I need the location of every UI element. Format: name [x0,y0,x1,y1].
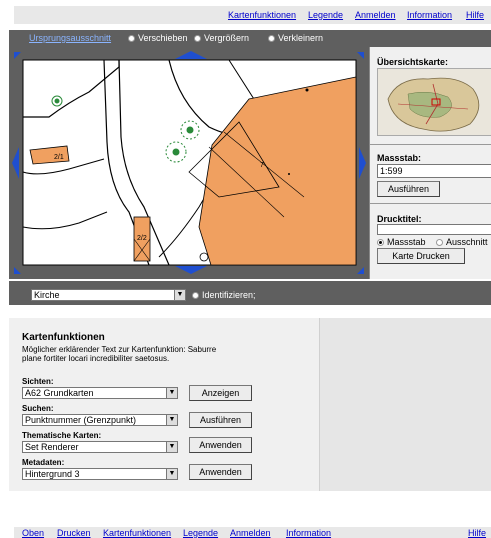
footer-information[interactable]: Information [286,528,331,538]
tool-vergroessern[interactable]: Vergrößern [194,33,249,43]
map-label: 7 [260,162,264,169]
print-option-ausschnitt[interactable]: Ausschnitt [436,237,488,247]
metadata-select[interactable]: Hintergrund 3 ▼ [22,468,178,480]
overview-map-image [387,77,480,132]
tool-verschieben[interactable]: Verschieben [128,33,188,43]
thematic-maps-select[interactable]: Set Renderer ▼ [22,441,178,453]
tool-label: Verschieben [138,33,188,43]
pan-south-arrow[interactable] [175,266,207,274]
chevron-down-icon[interactable]: ▼ [166,415,177,425]
thematic-maps-label: Thematische Karten: [22,431,102,440]
chevron-down-icon[interactable]: ▼ [166,388,177,398]
overview-title: Übersichtskarte: [377,57,449,67]
search-select-value: Punktnummer (Grenzpunkt) [25,415,137,425]
pan-southwest-arrow[interactable] [14,267,21,274]
feature-select-value: Kirche [34,290,60,300]
footer-hilfe[interactable]: Hilfe [468,528,486,538]
pan-west-arrow[interactable] [12,147,19,179]
print-title-label: Drucktitel: [377,214,422,224]
query-bar: Kirche ▼ Identifizieren; [9,281,491,305]
pan-northwest-arrow[interactable] [14,52,21,59]
map-tools-bar: Ursprungsausschnitt Verschieben Vergröße… [9,30,491,47]
footer-drucken[interactable]: Drucken [57,528,91,538]
print-option-massstab[interactable]: Massstab [377,237,426,247]
identify-option[interactable]: Identifizieren; [192,290,256,300]
radio-icon[interactable] [192,292,199,299]
pan-southeast-arrow[interactable] [357,267,364,274]
metadata-select-value: Hintergrund 3 [25,469,80,479]
footer-legende[interactable]: Legende [183,528,218,538]
functions-panel: Kartenfunktionen Möglicher erklärender T… [9,318,319,491]
footer-anmelden[interactable]: Anmelden [230,528,271,538]
radio-icon[interactable] [377,239,384,246]
footer-oben[interactable]: Oben [22,528,44,538]
nav-hilfe[interactable]: Hilfe [466,10,484,20]
map-label: 2/2 [137,235,147,242]
thematic-maps-select-value: Set Renderer [25,442,79,452]
radio-icon[interactable] [268,35,275,42]
scale-execute-button[interactable]: Ausführen [377,181,440,197]
radio-icon[interactable] [128,35,135,42]
map-frame: 2/1 7 2/2 [9,47,369,279]
nav-legende[interactable]: Legende [308,10,343,20]
panel-title: Kartenfunktionen [22,332,105,343]
footer-navigation: Oben Drucken Kartenfunktionen Legende An… [14,527,491,538]
views-select[interactable]: A62 Grundkarten ▼ [22,387,178,399]
chevron-down-icon[interactable]: ▼ [166,469,177,479]
scale-title: Massstab: [377,153,422,163]
views-label: Sichten: [22,377,54,386]
panel-description: Möglicher erklärender Text zur Kartenfun… [22,345,217,363]
thematic-apply-button[interactable]: Anwenden [189,437,252,453]
search-label: Suchen: [22,404,54,413]
feature-select[interactable]: Kirche ▼ [31,289,186,301]
nav-information[interactable]: Information [407,10,452,20]
nav-anmelden[interactable]: Anmelden [355,10,396,20]
map-label: 2/1 [54,154,64,161]
views-select-value: A62 Grundkarten [25,388,94,398]
ursprungsausschnitt-link[interactable]: Ursprungsausschnitt [29,33,111,43]
metadata-label: Metadaten: [22,458,65,467]
radio-icon[interactable] [436,239,443,246]
views-show-button[interactable]: Anzeigen [189,385,252,401]
pan-north-arrow[interactable] [175,51,207,59]
tool-label: Verkleinern [278,33,324,43]
radio-icon[interactable] [194,35,201,42]
identify-label: Identifizieren; [202,290,256,300]
overview-map[interactable] [377,68,491,136]
pan-northeast-arrow[interactable] [357,52,364,59]
tool-label: Vergrößern [204,33,250,43]
print-option-label: Massstab [387,237,426,247]
map-sidebar: Übersichtskarte: Massstab: 1:599 Ausführ… [369,47,491,279]
scale-input[interactable]: 1:599 [377,164,491,178]
print-title-input[interactable] [377,224,491,235]
metadata-apply-button[interactable]: Anwenden [189,464,252,480]
pan-east-arrow[interactable] [359,147,366,179]
print-option-label: Ausschnitt [446,237,488,247]
chevron-down-icon[interactable]: ▼ [174,290,185,300]
print-map-button[interactable]: Karte Drucken [377,248,465,264]
panel-right-area [319,318,491,491]
top-navigation: Kartenfunktionen Legende Anmelden Inform… [14,6,491,24]
nav-kartenfunktionen[interactable]: Kartenfunktionen [228,10,296,20]
chevron-down-icon[interactable]: ▼ [166,442,177,452]
search-select[interactable]: Punktnummer (Grenzpunkt) ▼ [22,414,178,426]
map-canvas[interactable]: 2/1 7 2/2 [9,47,369,279]
search-execute-button[interactable]: Ausführen [189,412,252,428]
tool-verkleinern[interactable]: Verkleinern [268,33,323,43]
footer-kartenfunktionen[interactable]: Kartenfunktionen [103,528,171,538]
